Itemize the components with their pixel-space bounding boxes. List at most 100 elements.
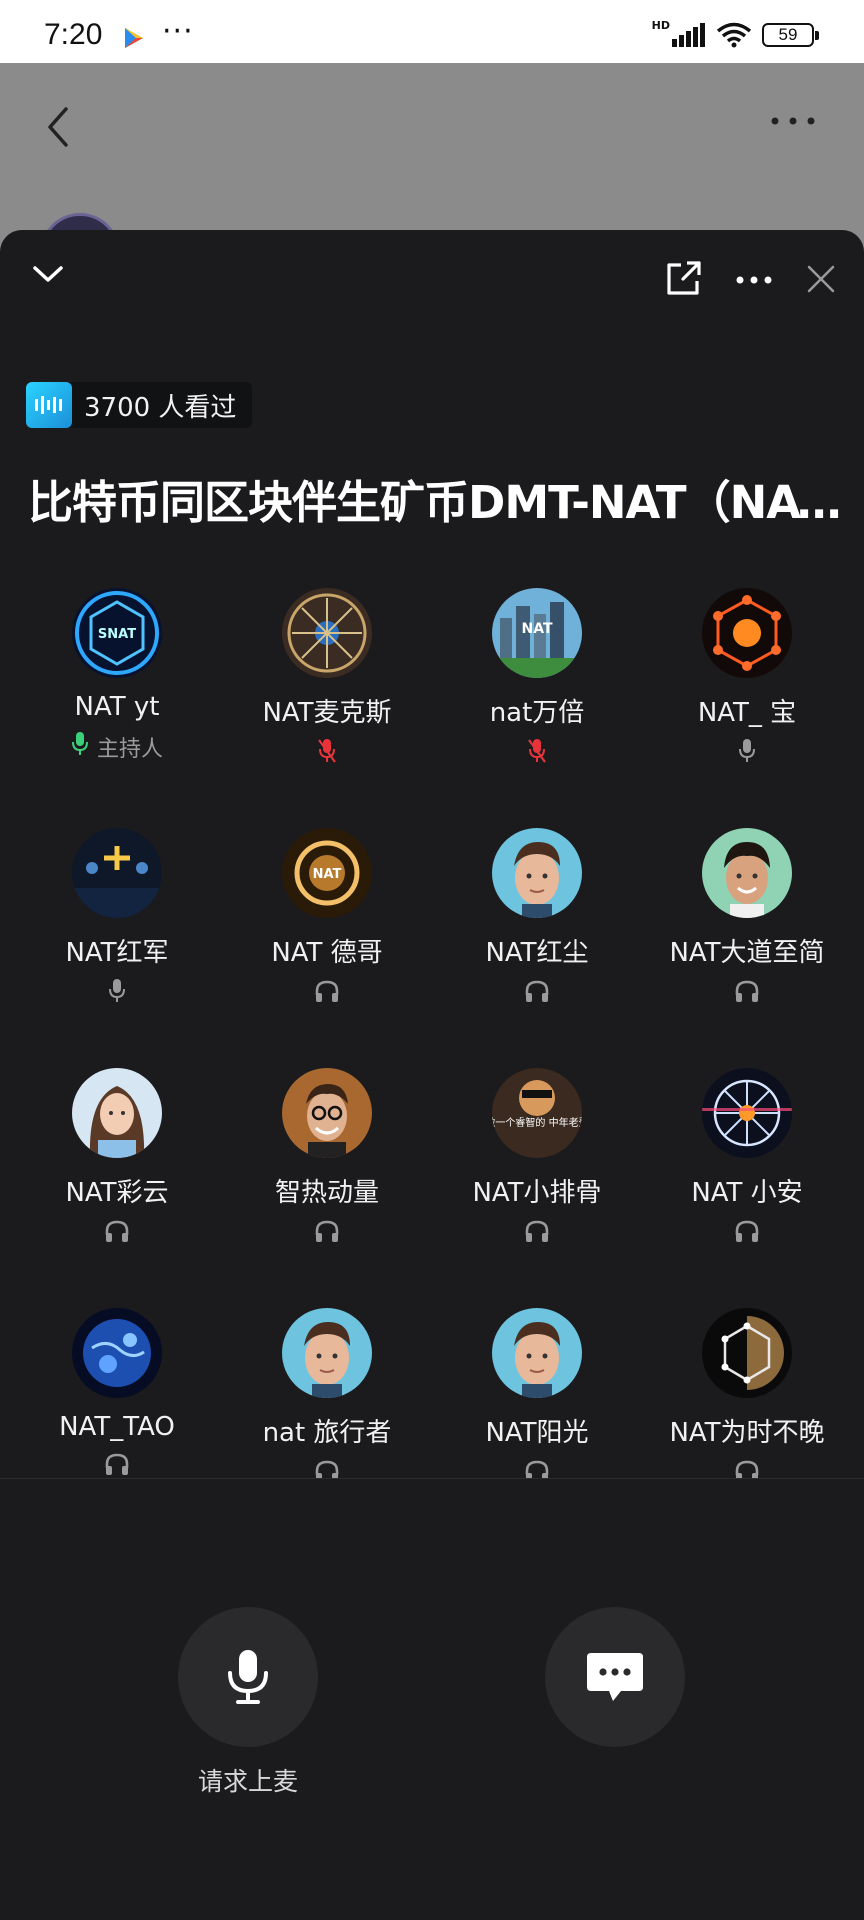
network-hd-label: HD xyxy=(651,18,670,32)
member-item[interactable]: NAT为时不晚 xyxy=(642,1308,852,1478)
member-avatar[interactable] xyxy=(702,828,792,918)
member-item[interactable]: NAT_ 宝 xyxy=(642,588,852,769)
member-item[interactable]: nat 旅行者 xyxy=(222,1308,432,1478)
headphones-icon xyxy=(524,979,550,1009)
member-name: NAT_ 宝 xyxy=(697,698,797,728)
sheet-more-button[interactable] xyxy=(732,260,776,300)
collapse-button[interactable] xyxy=(28,254,68,294)
member-role: 主持人 xyxy=(96,737,163,762)
mic-active-icon xyxy=(71,731,89,763)
chat-bubble-icon xyxy=(587,1653,643,1701)
space-title: 比特币同区块伴生矿币DMT-NAT（NAT… xyxy=(28,476,848,529)
member-avatar[interactable] xyxy=(72,828,162,918)
member-status xyxy=(432,1219,642,1249)
member-status xyxy=(222,739,432,769)
request-mic-button[interactable] xyxy=(178,1607,318,1747)
member-avatar[interactable] xyxy=(702,1308,792,1398)
member-name: NAT麦克斯 xyxy=(262,698,392,728)
member-avatar[interactable] xyxy=(282,1308,372,1398)
member-avatar[interactable]: 做一个睿智的 中年老登 xyxy=(492,1068,582,1158)
member-item[interactable]: NAT麦克斯 xyxy=(222,588,432,769)
request-mic-label: 请求上麦 xyxy=(197,1767,298,1796)
member-avatar[interactable] xyxy=(492,828,582,918)
viewer-count-text: 3700 人看过 xyxy=(84,392,237,423)
battery-indicator: 59 xyxy=(762,23,819,47)
member-item[interactable]: NAT阳光 xyxy=(432,1308,642,1478)
divider xyxy=(0,1478,864,1479)
member-status xyxy=(642,1459,852,1478)
headphones-icon xyxy=(524,1459,550,1478)
share-button[interactable] xyxy=(662,258,704,300)
member-name: NAT 德哥 xyxy=(271,938,383,968)
viewer-count-badge: 3700 人看过 xyxy=(26,382,253,428)
close-icon xyxy=(807,265,835,293)
member-status xyxy=(12,1452,222,1478)
mic-icon xyxy=(738,738,756,770)
member-name: NAT红尘 xyxy=(485,938,589,968)
member-avatar[interactable]: NAT xyxy=(282,828,372,918)
member-item[interactable]: NAT 小安 xyxy=(642,1068,852,1249)
member-avatar[interactable] xyxy=(282,588,372,678)
back-arrow-icon[interactable] xyxy=(42,103,74,151)
play-store-icon xyxy=(125,28,143,48)
member-item[interactable]: NAT NAT 德哥 xyxy=(222,828,432,1009)
member-item[interactable]: 做一个睿智的 中年老登 NAT小排骨 xyxy=(432,1068,642,1249)
more-options-icon[interactable] xyxy=(770,115,816,127)
member-status xyxy=(432,979,642,1009)
svg-text:NAT: NAT xyxy=(521,621,552,637)
member-name: 智热动量 xyxy=(274,1178,379,1208)
signal-icon xyxy=(672,23,705,47)
member-status xyxy=(12,979,222,1009)
member-item[interactable]: NAT大道至简 xyxy=(642,828,852,1009)
wifi-icon xyxy=(716,22,752,48)
mic-muted-icon xyxy=(318,738,336,770)
member-avatar[interactable] xyxy=(72,1068,162,1158)
member-avatar[interactable] xyxy=(702,1068,792,1158)
status-bar: 7:20 ··· HD 59 xyxy=(0,0,864,63)
member-avatar[interactable]: SNAT xyxy=(72,588,162,678)
member-avatar[interactable] xyxy=(282,1068,372,1158)
headphones-icon xyxy=(734,979,760,1009)
member-name: NAT大道至简 xyxy=(669,938,825,968)
member-status xyxy=(642,1219,852,1249)
mic-muted-icon xyxy=(528,738,546,770)
member-status xyxy=(642,979,852,1009)
chat-button[interactable] xyxy=(545,1607,685,1747)
member-status xyxy=(642,739,852,769)
member-item[interactable]: 智热动量 xyxy=(222,1068,432,1249)
member-name: nat 旅行者 xyxy=(262,1418,392,1448)
member-avatar[interactable] xyxy=(492,1308,582,1398)
status-time: 7:20 xyxy=(44,18,103,51)
member-item[interactable]: SNAT NAT yt 主持人 xyxy=(12,588,222,762)
member-status xyxy=(222,1459,432,1478)
member-name: NAT 小安 xyxy=(691,1178,803,1208)
audio-wave-icon xyxy=(26,382,72,428)
share-external-icon xyxy=(667,261,701,295)
member-item[interactable]: NAT nat万倍 xyxy=(432,588,642,769)
member-avatar[interactable]: NAT xyxy=(492,588,582,678)
member-name: NAT为时不晚 xyxy=(669,1418,825,1448)
member-status xyxy=(12,1219,222,1249)
member-item[interactable]: NAT彩云 xyxy=(12,1068,222,1249)
microphone-icon xyxy=(228,1650,268,1704)
member-item[interactable]: NAT红军 xyxy=(12,828,222,1009)
notification-dots-icon: ··· xyxy=(162,14,194,49)
status-icons: HD 59 xyxy=(651,18,819,48)
svg-text:NAT: NAT xyxy=(313,867,342,882)
svg-text:做一个睿智的 中年老登: 做一个睿智的 中年老登 xyxy=(492,1116,582,1129)
member-item[interactable]: NAT_TAO xyxy=(12,1308,222,1478)
member-name: NAT小排骨 xyxy=(472,1178,602,1208)
member-status xyxy=(432,1459,642,1478)
member-status xyxy=(222,979,432,1009)
close-button[interactable] xyxy=(800,258,842,300)
member-name: nat万倍 xyxy=(489,698,585,728)
member-status xyxy=(222,1219,432,1249)
member-item[interactable]: NAT红尘 xyxy=(432,828,642,1009)
headphones-icon xyxy=(314,1459,340,1478)
members-grid: SNAT NAT yt 主持人 NAT麦克斯 NAT nat万倍 NAT_ 宝 NAT红军 NA… xyxy=(0,588,864,1478)
member-avatar[interactable] xyxy=(72,1308,162,1398)
headphones-icon xyxy=(104,1452,130,1478)
member-avatar[interactable] xyxy=(702,588,792,678)
headphones-icon xyxy=(314,979,340,1009)
member-name: NAT彩云 xyxy=(65,1178,169,1208)
